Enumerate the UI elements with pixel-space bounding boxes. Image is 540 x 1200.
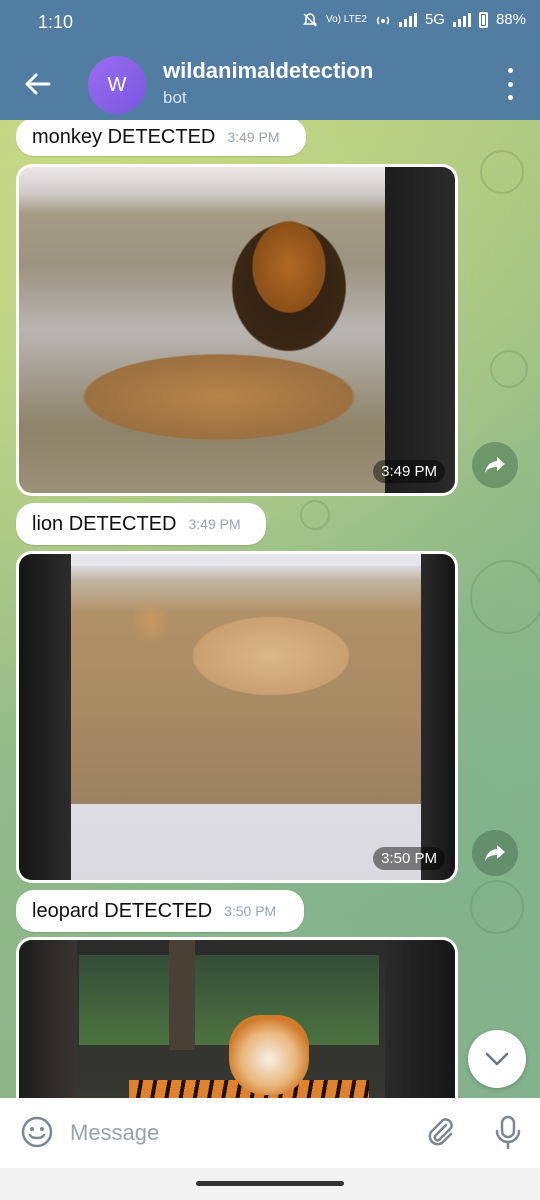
status-bar: 1:10 Vo) LTE2 5G 88% <box>0 0 540 46</box>
message-text: monkey DETECTED <box>32 125 216 148</box>
photo-message-tiger[interactable] <box>16 937 458 1098</box>
message-bubble[interactable]: lion DETECTED 3:49 PM <box>16 503 266 545</box>
message-text: leopard DETECTED <box>32 899 213 922</box>
photo-message-cheetah[interactable]: 3:50 PM <box>16 551 458 883</box>
emoji-icon <box>21 1116 53 1148</box>
avatar[interactable]: W <box>88 56 146 114</box>
scroll-down-button[interactable] <box>468 1030 526 1088</box>
signal-icon-2 <box>452 12 471 27</box>
photo-message-lion[interactable]: 3:49 PM <box>16 164 458 496</box>
microphone-icon <box>495 1115 521 1150</box>
share-button[interactable] <box>472 830 518 876</box>
message-text: lion DETECTED <box>32 512 177 535</box>
message-bubble[interactable]: monkey DETECTED 3:49 PM <box>16 120 306 156</box>
status-time: 1:10 <box>38 12 74 32</box>
more-menu-button[interactable] <box>498 68 522 100</box>
message-input[interactable] <box>68 1114 402 1152</box>
microphone-button[interactable] <box>494 1115 522 1156</box>
cheetah-photo: 3:50 PM <box>19 554 455 880</box>
chat-title[interactable]: wildanimaldetection <box>163 58 373 84</box>
message-time: 3:50 PM <box>224 903 277 919</box>
mute-bell-icon <box>303 12 317 27</box>
photo-time: 3:49 PM <box>373 460 445 483</box>
arrow-left-icon <box>25 73 51 95</box>
lion-photo: 3:49 PM <box>19 167 455 493</box>
battery-icon <box>478 11 488 28</box>
battery-level: 88% <box>495 11 526 28</box>
photo-time: 3:50 PM <box>373 847 445 870</box>
share-button[interactable] <box>472 442 518 488</box>
network-type: 5G <box>424 11 445 28</box>
network-label: Vo) LTE2 <box>326 13 367 25</box>
chevron-down-icon <box>485 1052 509 1066</box>
message-bubble[interactable]: leopard DETECTED 3:50 PM <box>16 890 304 932</box>
share-arrow-icon <box>485 845 505 861</box>
chat-area[interactable]: monkey DETECTED 3:49 PM 3:49 PM lion DET… <box>0 120 540 1098</box>
chat-subtitle: bot <box>163 88 187 107</box>
system-nav-bar <box>0 1168 540 1200</box>
message-input-bar <box>0 1098 540 1168</box>
hotspot-icon <box>376 15 390 25</box>
more-vert-icon <box>507 68 513 73</box>
back-button[interactable] <box>20 66 56 102</box>
chat-header: W wildanimaldetection bot <box>0 46 540 120</box>
attach-button[interactable] <box>424 1116 456 1153</box>
paperclip-icon <box>428 1118 453 1146</box>
share-arrow-icon <box>485 457 505 473</box>
home-handle[interactable] <box>196 1181 344 1186</box>
tiger-photo <box>19 940 455 1098</box>
message-time: 3:49 PM <box>227 129 280 145</box>
status-icons: Vo) LTE2 5G 88% <box>302 11 526 28</box>
message-time: 3:49 PM <box>188 516 241 532</box>
emoji-button[interactable] <box>20 1115 54 1154</box>
signal-icon <box>398 12 417 27</box>
